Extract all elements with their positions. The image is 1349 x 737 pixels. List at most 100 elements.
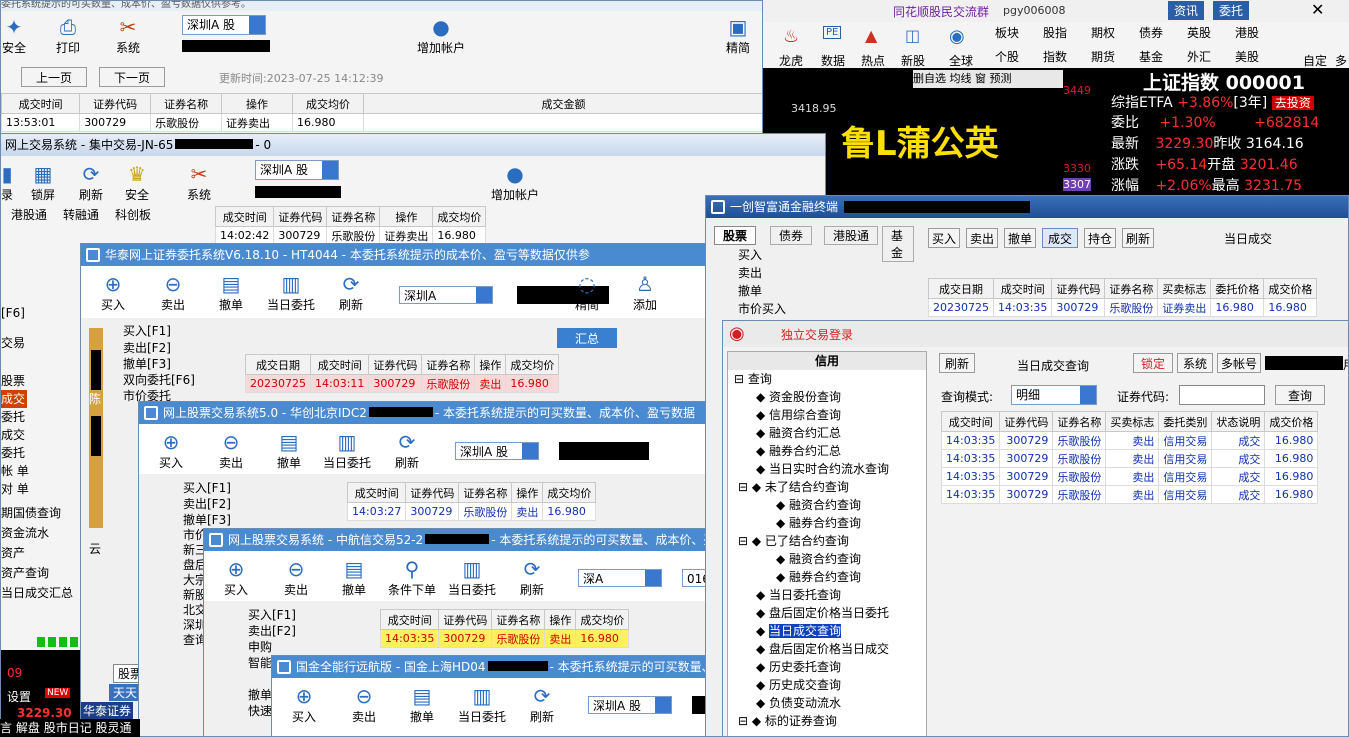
cancel-button[interactable]: ▤ 撤单 <box>219 272 243 313</box>
tree-item[interactable]: 融资合约汇总 <box>769 426 841 440</box>
conditional-order-button[interactable]: ⚲ 条件下单 <box>388 557 436 598</box>
nav-item[interactable]: 期国债查询 <box>1 504 81 522</box>
tree-item[interactable]: 标的证券查询 <box>765 714 837 728</box>
lock-screen-button[interactable]: ▦ 锁屏 <box>31 162 55 203</box>
tree-cancel[interactable]: 撤单 <box>738 282 858 300</box>
refresh-button[interactable]: ⟳ 刷新 <box>520 557 544 598</box>
simple-button[interactable]: ◌ 精简 <box>575 272 599 313</box>
tree-item[interactable]: 资金股份查询 <box>769 390 841 404</box>
record-button[interactable]: ▮ 录 <box>1 162 13 203</box>
tree-item[interactable]: 融券合约查询 <box>789 570 861 584</box>
tab-stock[interactable]: 股票 <box>714 226 757 245</box>
stock-button[interactable]: 个股 <box>995 48 1019 65</box>
tree-item[interactable]: 融券合约汇总 <box>769 444 841 458</box>
tree-sell[interactable]: 卖出[F2] <box>123 340 243 356</box>
uk-stock-button[interactable]: 英股 <box>1187 24 1211 41</box>
custom-button[interactable]: 自定 <box>1303 52 1327 69</box>
global-button[interactable]: 全球 <box>949 52 973 69</box>
tree-item[interactable]: 当日实时合约流水查询 <box>769 462 889 476</box>
trades-button[interactable]: 成交 <box>1042 228 1078 248</box>
nav-item[interactable]: 委托 <box>1 444 81 462</box>
add-account-button[interactable]: ● 增加帐户 <box>491 162 539 203</box>
refresh-button[interactable]: ⟳ 刷新 <box>530 684 554 725</box>
tree-item[interactable]: 融资合约查询 <box>789 498 861 512</box>
buy-button[interactable]: ⊕ 买入 <box>101 272 125 313</box>
table-row[interactable]: 14:03:27 300729 乐歌股份 卖出 16.980 <box>346 502 597 521</box>
nav-item[interactable]: 成交 <box>1 390 27 408</box>
table-row[interactable]: 13:53:01 300729 乐歌股份 证券卖出 16.980 <box>1 113 762 132</box>
nav-item[interactable]: 资产 <box>1 544 81 562</box>
us-stock-button[interactable]: 美股 <box>1235 48 1259 65</box>
market-select[interactable]: 深圳A 股 <box>182 15 266 35</box>
ma-button[interactable]: 均线 <box>950 72 972 85</box>
simple-mode-button[interactable]: ▣ 精简 <box>721 15 755 56</box>
tree-item[interactable]: 卖出[F2] <box>248 623 308 639</box>
mode-select[interactable]: 明细 <box>1011 385 1097 405</box>
refresh-button[interactable]: ⟳ 刷新 <box>339 272 363 313</box>
nav-item[interactable]: 资金流水 <box>1 524 81 542</box>
tree-query[interactable]: 查询 <box>748 372 772 386</box>
sell-button[interactable]: ⊖ 卖出 <box>219 430 243 471</box>
indices-button[interactable]: 指数 <box>1043 48 1067 65</box>
market-select[interactable]: 深圳A 股 <box>455 442 539 460</box>
predict-button[interactable]: 预测 <box>990 72 1012 85</box>
next-page-button[interactable]: 下一页 <box>99 67 165 87</box>
table-row[interactable]: 14:03:35 300729 乐歌股份 卖出 16.980 <box>379 629 630 648</box>
prev-page-button[interactable]: 上一页 <box>21 67 87 87</box>
cancel-button[interactable]: ▤ 撤单 <box>277 430 301 471</box>
market-select[interactable]: 深圳A <box>399 286 493 304</box>
code-input[interactable] <box>1179 385 1265 405</box>
buy-button[interactable]: ⊕ 买入 <box>292 684 316 725</box>
tree-item[interactable]: 历史委托查询 <box>769 660 841 674</box>
tree-cancel[interactable]: 撤单[F3] <box>123 356 243 372</box>
tree-item[interactable]: 盘后固定价格当日成交 <box>769 642 889 656</box>
bottom-link[interactable]: 解盘 <box>16 721 40 735</box>
tree-item[interactable]: 已了结合约查询 <box>765 534 849 548</box>
data-button[interactable]: 数据 <box>821 52 845 69</box>
summary-button[interactable]: 汇总 <box>557 328 617 348</box>
tree-item[interactable]: 当日委托查询 <box>769 588 841 602</box>
bottom-link[interactable]: 股市日记 <box>44 721 92 735</box>
promo-tab[interactable]: 天天 <box>109 684 142 701</box>
tree-dual[interactable]: 双向委托[F6] <box>123 372 243 388</box>
forex-button[interactable]: 外汇 <box>1187 48 1211 65</box>
tab-bond[interactable]: 债券 <box>770 226 813 245</box>
buy-button[interactable]: ⊕ 买入 <box>159 430 183 471</box>
tree-market-buy[interactable]: 市价买入 <box>738 300 858 318</box>
sell-button[interactable]: ⊖ 卖出 <box>161 272 185 313</box>
trade-tab[interactable]: 委托 <box>1213 1 1250 20</box>
security-button[interactable]: ✦ 安全 <box>1 15 27 56</box>
nav-item[interactable]: 委托 <box>1 408 81 426</box>
buy-button[interactable]: ⊕ 买入 <box>224 557 248 598</box>
tab-hk-connect[interactable]: 港股通 <box>11 206 47 223</box>
invest-button[interactable]: 去投资 <box>1271 96 1314 110</box>
today-orders-button[interactable]: ▥ 当日委托 <box>458 684 506 725</box>
refresh-button[interactable]: ⟳ 刷新 <box>79 162 103 203</box>
bottom-link[interactable]: 股灵通 <box>96 721 132 735</box>
today-orders-button[interactable]: ▥ 当日委托 <box>448 557 496 598</box>
account-mask[interactable] <box>559 442 649 460</box>
news-tab[interactable]: 资讯 <box>1168 1 1205 20</box>
refresh-button[interactable]: 刷新 <box>1122 228 1154 248</box>
add-button[interactable]: ♙ 添加 <box>633 272 657 313</box>
position-button[interactable]: 持仓 <box>1084 228 1116 248</box>
tree-item[interactable]: 买入[F1] <box>248 607 308 623</box>
sell-button[interactable]: ⊖ 卖出 <box>352 684 376 725</box>
window-button[interactable]: 窗 <box>975 72 986 85</box>
cancel-button[interactable]: ▤ 撤单 <box>410 684 434 725</box>
more-button[interactable]: 多 <box>1335 52 1347 69</box>
tree-item[interactable]: 申购 <box>248 639 308 655</box>
tree-item-selected[interactable]: 当日成交查询 <box>769 624 842 638</box>
system-button[interactable]: 系统 <box>1177 353 1213 373</box>
tree-item[interactable]: 历史成交查询 <box>769 678 841 692</box>
tab-star-market[interactable]: 科创板 <box>115 206 151 223</box>
hot-button[interactable]: 热点 <box>861 52 885 69</box>
system-button[interactable]: ✂ 系统 <box>111 15 145 56</box>
tree-item[interactable]: 负债变动流水 <box>769 696 841 710</box>
tree-item[interactable]: 盘后固定价格当日委托 <box>769 606 889 620</box>
tree-item[interactable]: 撤单[F3] <box>183 512 243 528</box>
lock-button[interactable]: 锁定 <box>1133 353 1173 373</box>
tree-item[interactable]: 信用综合查询 <box>769 408 841 422</box>
ipo-button[interactable]: 新股 <box>901 52 925 69</box>
table-row[interactable]: 14:03:35 300729 乐歌股份 卖出 信用交易 成交 16.980 <box>940 431 1319 450</box>
